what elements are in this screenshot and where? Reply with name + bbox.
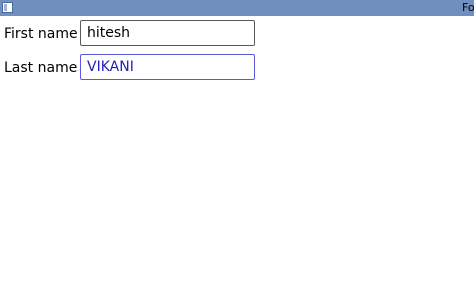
last-name-label: Last name : bbox=[4, 60, 87, 76]
first-name-row: First name : bbox=[0, 20, 474, 48]
first-name-label: First name : bbox=[4, 26, 87, 42]
last-name-row: Last name : bbox=[0, 54, 474, 82]
title-bar[interactable]: Fo bbox=[0, 0, 474, 16]
first-name-input[interactable] bbox=[80, 20, 255, 46]
last-name-input[interactable] bbox=[80, 54, 255, 80]
window-title: Fo bbox=[462, 1, 474, 14]
app-window: Fo First name : Last name : bbox=[0, 0, 474, 297]
app-window-icon[interactable] bbox=[2, 2, 13, 13]
